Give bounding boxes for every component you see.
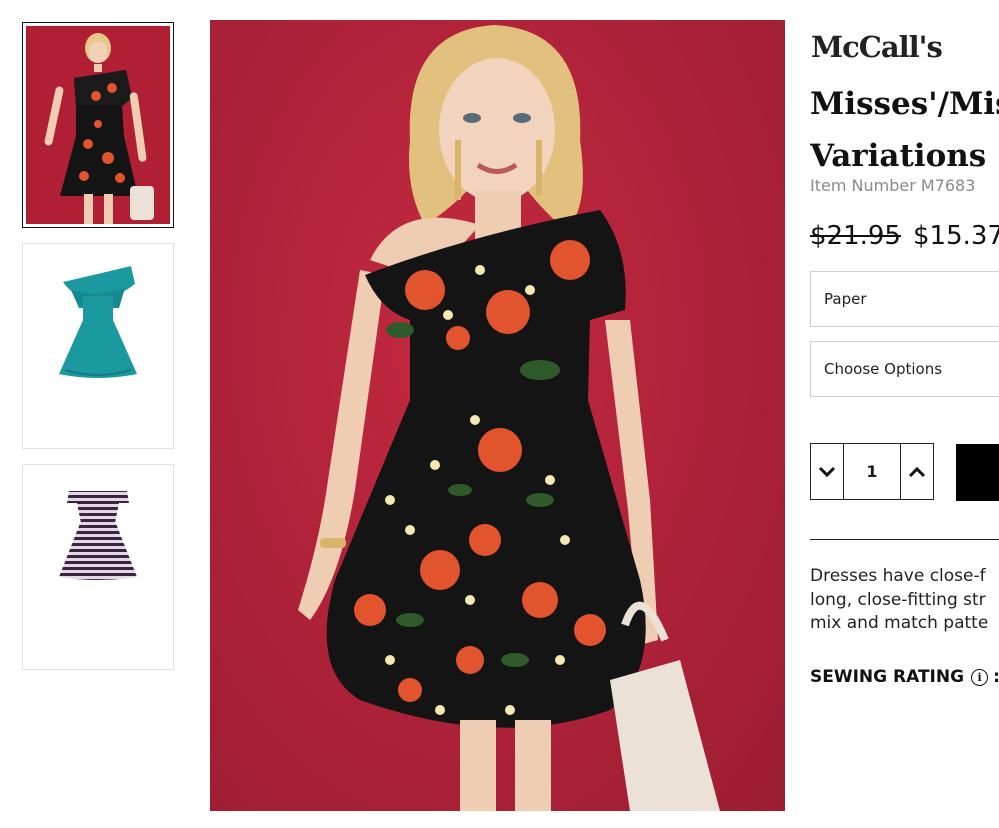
product-title-line-1: Misses'/Miss	[810, 86, 999, 122]
thumbnail-teal-dress-image	[23, 244, 173, 448]
original-price: $21.95	[810, 221, 901, 251]
sewing-rating: SEWING RATING i :	[810, 667, 999, 687]
description-line-3: mix and match patte	[810, 613, 989, 633]
product-title-line-2: Variations	[810, 138, 987, 174]
product-description: Dresses have close-f long, close-fitting…	[810, 565, 999, 636]
thumbnail-striped-dress-image	[23, 465, 173, 669]
model-photo-illustration	[298, 25, 720, 811]
format-select[interactable]: Paper	[810, 271, 999, 327]
thumbnail-model-photo[interactable]	[22, 22, 174, 228]
striped-dress-illustration	[59, 491, 137, 580]
options-select-value: Choose Options	[824, 360, 943, 378]
quantity-decrease-button[interactable]	[811, 444, 843, 499]
sale-price: $15.37	[913, 221, 999, 251]
format-select-value: Paper	[824, 290, 867, 308]
description-line-1: Dresses have close-f	[810, 566, 986, 586]
section-divider	[810, 539, 999, 540]
thumbnail-striped-dress[interactable]	[22, 464, 174, 670]
brand-logo: McCall's	[811, 30, 943, 64]
quantity-input[interactable]: 1	[843, 444, 901, 499]
quantity-stepper: 1	[810, 443, 934, 500]
thumbnail-model-image	[26, 26, 170, 224]
model-thumbnail-illustration	[44, 33, 154, 224]
sewing-rating-colon: :	[993, 667, 999, 687]
sewing-rating-label: SEWING RATING	[810, 667, 965, 687]
chevron-up-icon	[908, 466, 926, 477]
description-line-2: long, close-fitting str	[810, 589, 986, 610]
main-product-image[interactable]	[210, 20, 785, 811]
item-number: Item Number M7683	[810, 176, 976, 195]
teal-dress-illustration	[59, 266, 137, 378]
product-title: Misses'/Miss Variations	[810, 78, 999, 182]
thumbnail-teal-dress[interactable]	[22, 243, 174, 449]
quantity-increase-button[interactable]	[901, 444, 933, 499]
chevron-down-icon	[818, 466, 836, 477]
info-icon[interactable]: i	[971, 668, 989, 686]
add-to-cart-button[interactable]	[956, 444, 999, 501]
options-select[interactable]: Choose Options	[810, 341, 999, 397]
